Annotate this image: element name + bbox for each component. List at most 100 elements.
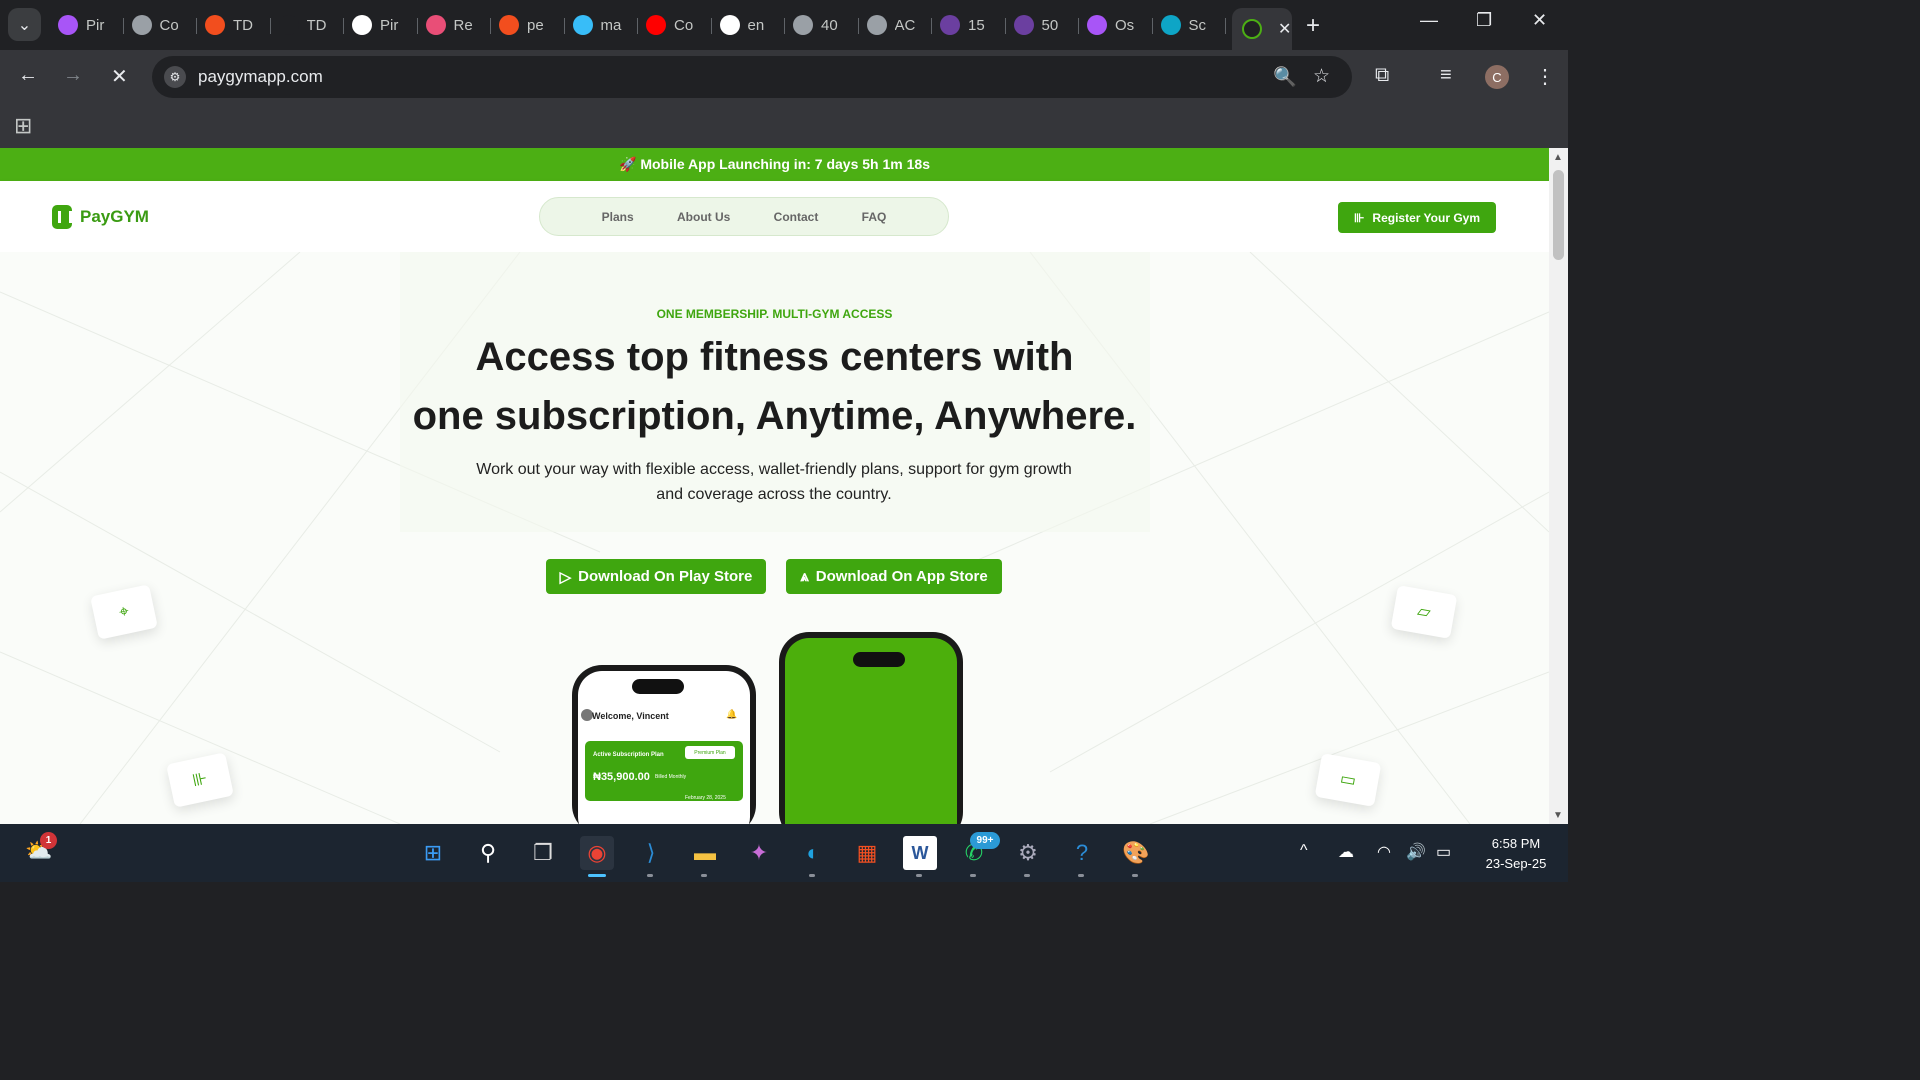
browser-tab[interactable]: Os [1079,8,1153,42]
paint-icon[interactable]: 🎨 [1119,836,1153,870]
bookmark-star-icon[interactable]: ☆ [1313,65,1330,88]
hero-subtitle: Work out your way with flexible access, … [476,461,1072,503]
site-info-icon[interactable]: ⚙ [164,66,186,88]
plan-label: Active Subscription Plan [593,752,664,758]
phone-mockup-app: Welcome, Vincent 🔔 Active Subscription P… [572,665,756,824]
browser-tab[interactable]: 50 [1006,8,1080,42]
nav-plans[interactable]: Plans [602,210,634,224]
tab-title: ma [600,16,622,34]
active-browser-tab[interactable]: ✕ [1232,8,1292,50]
search-icon[interactable]: ⚲ [471,836,505,870]
tab-title: en [747,16,765,34]
browser-tab[interactable]: Pir [344,8,418,42]
settings-icon[interactable]: ⚙ [1011,836,1045,870]
scroll-up-icon[interactable]: ▲ [1553,152,1563,163]
media-control-icon[interactable]: ≡ [1440,64,1452,87]
apps-grid-icon[interactable]: ⊞ [14,113,32,139]
battery-icon[interactable]: ▭ [1436,842,1451,862]
browser-tab[interactable]: 15 [932,8,1006,42]
browser-tab[interactable]: 40 [785,8,859,42]
hero-title-line-1: Access top fitness centers with [475,335,1074,379]
browser-tab[interactable]: Re [418,8,492,42]
running-indicator [1078,874,1084,877]
browser-tab[interactable]: AC [859,8,933,42]
task-view-icon[interactable]: ❐ [526,836,560,870]
nav-contact[interactable]: Contact [774,210,819,224]
word-icon[interactable]: W [903,836,937,870]
tab-title: TD [306,16,327,34]
browser-tab[interactable]: pe [491,8,565,42]
app-store-button[interactable]: ⩓ Download On App Store [786,559,1002,594]
play-store-label: Download On Play Store [578,568,753,585]
browser-toolbar: ← → ✕ ⚙ paygymapp.com 🔍 ☆ ⧉ ≡ C ⋮ [0,50,1568,105]
browser-tab[interactable]: Pir [50,8,124,42]
volume-icon[interactable]: 🔊 [1406,842,1426,862]
chrome-icon[interactable]: ◉ [580,836,614,870]
plan-badge: Premium Plan [685,746,735,759]
register-gym-label: Register Your Gym [1372,210,1481,225]
browser-tab[interactable]: TD [271,8,345,42]
system-clock[interactable]: 6:58 PM 23-Sep-25 [1470,834,1562,874]
nav-faq[interactable]: FAQ [862,210,887,224]
tabs-list: Pir Co TD TD Pir Re pe ma Co en 40 AC 15 50 Os Sc ✕ [50,8,1292,50]
plan-price: ₦35,900.00 [593,771,650,783]
close-tab-icon[interactable]: ✕ [1278,19,1291,39]
stop-loading-icon[interactable]: ✕ [111,64,128,89]
profile-avatar[interactable]: C [1485,65,1509,89]
browser-tab[interactable]: en [712,8,786,42]
address-bar[interactable]: ⚙ paygymapp.com 🔍 ☆ [152,56,1352,98]
globe-icon [793,15,813,35]
tailwind-icon [572,15,593,35]
minimize-icon[interactable]: — [1420,10,1438,31]
dumbbell-logo-icon [52,205,72,229]
extensions-icon[interactable]: ⧉ [1375,64,1389,87]
store-icon[interactable]: ▦ [850,836,884,870]
file-explorer-icon[interactable]: ▬ [688,836,722,870]
tab-title: TD [233,16,253,34]
browser-tab[interactable]: Sc [1153,8,1227,42]
nav-about-us[interactable]: About Us [677,210,730,224]
restore-icon[interactable]: ❐ [1476,10,1492,31]
help-icon[interactable]: ? [1065,836,1099,870]
url-text[interactable]: paygymapp.com [198,67,323,87]
scroll-thumb[interactable] [1553,170,1564,260]
active-indicator [588,874,606,877]
tab-search-button[interactable]: ⌄ [8,8,41,41]
new-tab-button[interactable]: + [1306,12,1320,40]
close-window-icon[interactable]: ✕ [1532,10,1547,31]
zoom-icon[interactable]: 🔍 [1273,65,1297,89]
scroll-down-icon[interactable]: ▼ [1553,810,1563,821]
chevron-up-icon[interactable]: ^ [1300,842,1308,860]
forward-icon[interactable]: → [63,64,83,87]
page-scrollbar[interactable]: ▲ ▼ [1549,148,1568,824]
running-indicator [1132,874,1138,877]
start-icon[interactable]: ⊞ [416,836,450,870]
whatsapp-badge: 99+ [970,832,1000,849]
copilot-icon[interactable]: ✦ [742,836,776,870]
main-nav: Plans About Us Contact FAQ [539,197,949,236]
play-store-button[interactable]: ▷ Download On Play Store [546,559,766,594]
menu-kebab-icon[interactable]: ⋮ [1535,64,1555,89]
browser-tab[interactable]: TD [197,8,271,42]
onedrive-icon[interactable]: ☁ [1338,842,1354,862]
brand-logo[interactable]: PayGYM [52,205,149,229]
back-icon[interactable]: ← [18,64,38,87]
browser-tab[interactable]: ma [565,8,639,42]
tab-title: 50 [1041,16,1059,34]
phone-notch [853,652,905,667]
vscode-icon[interactable]: ⟩ [634,836,668,870]
tab-title: pe [527,16,544,34]
site-header: PayGYM Plans About Us Contact FAQ ⊪ Regi… [0,181,1549,252]
running-indicator [970,874,976,877]
register-gym-button[interactable]: ⊪ Register Your Gym [1338,202,1496,233]
edge-icon[interactable]: ◐ [796,836,830,870]
tab-title: Pir [86,16,105,34]
browser-tab[interactable]: Co [638,8,712,42]
tab-title: Co [159,16,179,34]
dumbbell-icon: ⊪ [1353,210,1365,225]
brand-name: PayGYM [80,207,149,226]
wifi-icon[interactable]: ◠ [1377,842,1391,862]
vite-icon [58,15,78,35]
tab-title: Os [1115,16,1135,34]
browser-tab[interactable]: Co [124,8,198,42]
